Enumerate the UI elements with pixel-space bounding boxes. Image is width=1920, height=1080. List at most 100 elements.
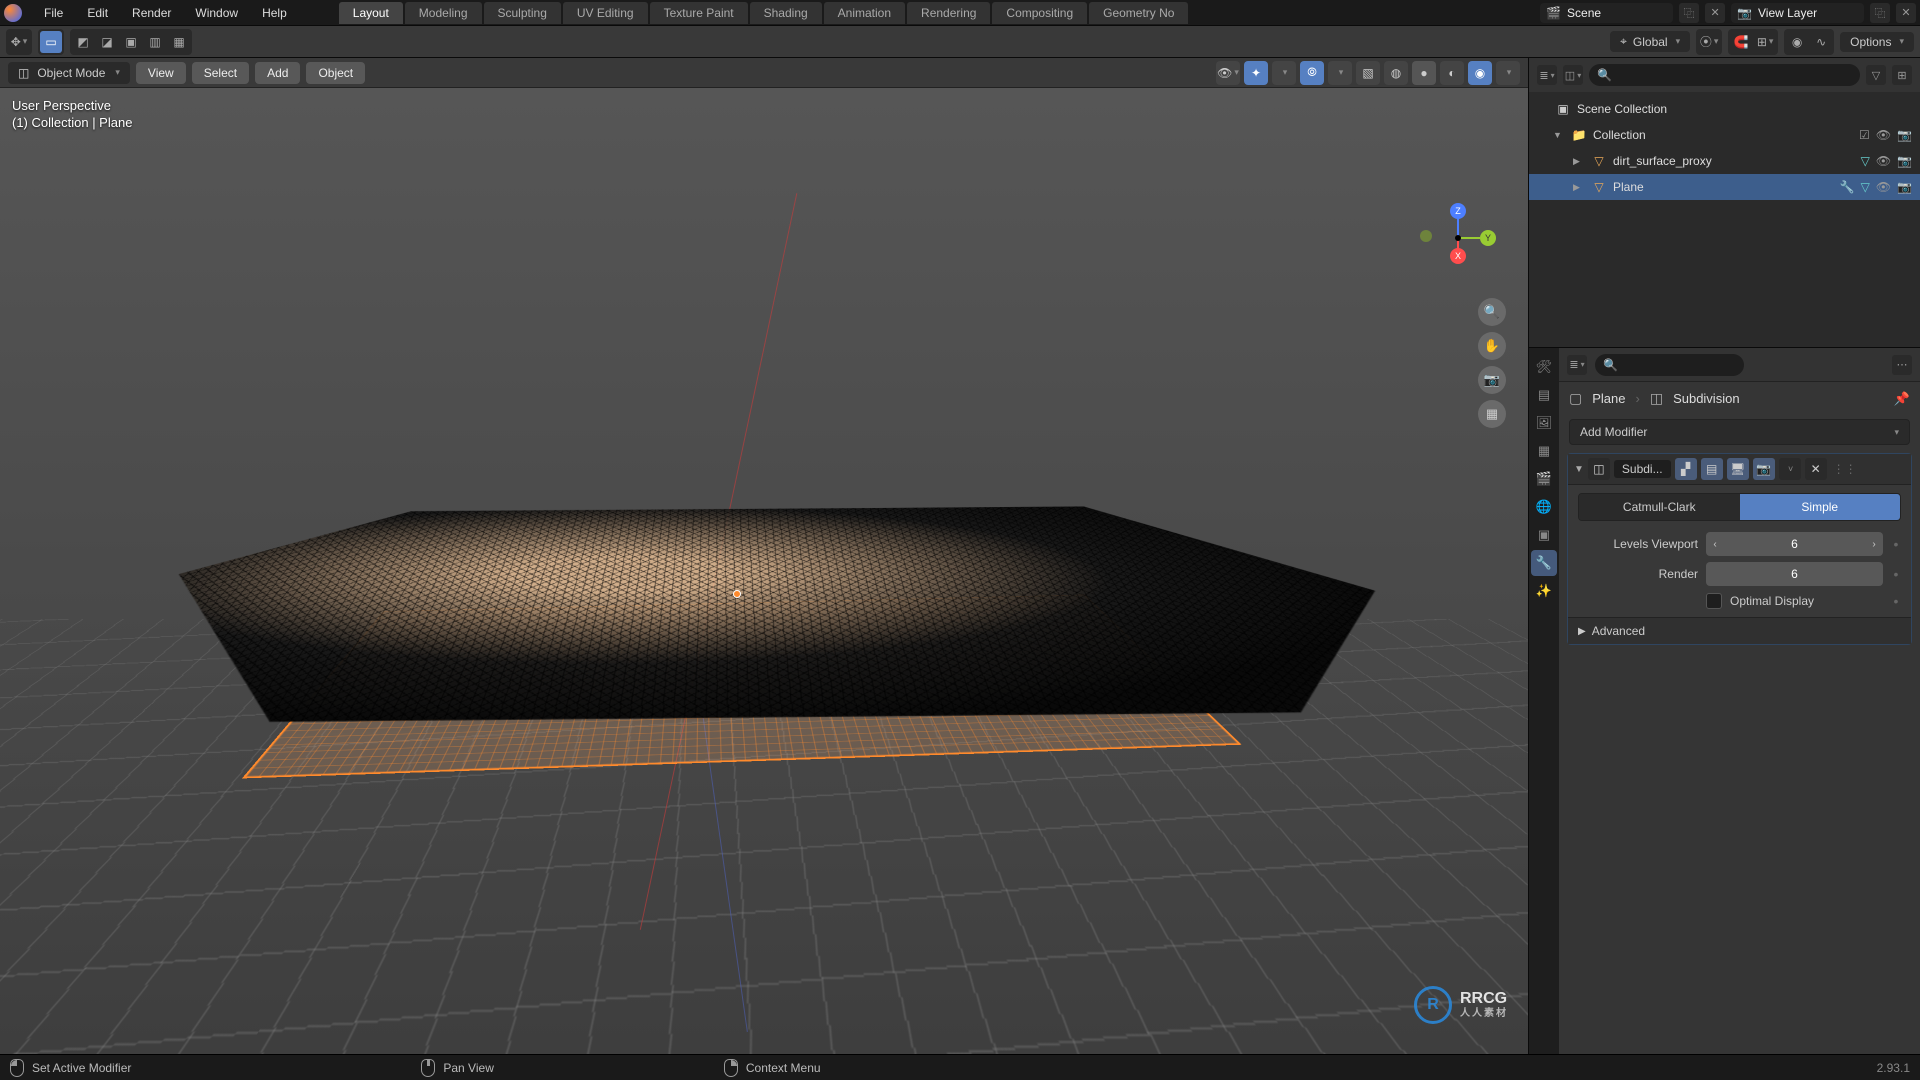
menu-help[interactable]: Help <box>250 2 299 24</box>
scene-selector[interactable]: 🎬 <box>1540 3 1673 23</box>
zoom-button[interactable]: 🔍 <box>1478 298 1506 326</box>
show-on-cage-toggle[interactable]: ▞ <box>1675 458 1697 480</box>
tab-output-icon[interactable]: 🖼 <box>1531 410 1557 436</box>
breadcrumb-object[interactable]: Plane <box>1592 391 1625 406</box>
shading-dropdown[interactable]: ▾ <box>1496 61 1520 85</box>
visibility-dropdown[interactable]: 👁▾ <box>1216 61 1240 85</box>
scene-new-button[interactable]: ⿻ <box>1679 3 1699 23</box>
perspective-toggle-button[interactable]: ▦ <box>1478 400 1506 428</box>
modifier-name-field[interactable]: Subdi... <box>1614 460 1671 478</box>
tab-texture-paint[interactable]: Texture Paint <box>650 2 748 24</box>
hide-toggle[interactable]: 👁 <box>1876 180 1891 194</box>
viewlayer-name-input[interactable] <box>1758 6 1858 20</box>
modifier-delete-button[interactable]: ✕ <box>1805 458 1827 480</box>
outliner-display-mode[interactable]: ≣▾ <box>1537 65 1557 85</box>
transform-orientation-dropdown[interactable]: ⌖ Global ▾ <box>1610 31 1690 52</box>
pin-icon[interactable]: 📌 <box>1894 391 1910 407</box>
animate-property-icon[interactable]: • <box>1891 536 1901 552</box>
breadcrumb-modifier[interactable]: Subdivision <box>1673 391 1740 406</box>
shading-wireframe[interactable]: ◍ <box>1384 61 1408 85</box>
tab-shading[interactable]: Shading <box>750 2 822 24</box>
render-toggle[interactable]: 📷 <box>1897 154 1912 168</box>
tab-animation[interactable]: Animation <box>824 2 905 24</box>
select-mode-5[interactable]: ▦ <box>168 31 190 53</box>
axis-z-handle[interactable]: Z <box>1450 203 1466 219</box>
show-in-editmode-toggle[interactable]: ▤ <box>1701 458 1723 480</box>
collection-hide-toggle[interactable]: 👁 <box>1876 128 1891 142</box>
navigation-gizmo[interactable]: Z X Y <box>1418 198 1498 278</box>
show-render-toggle[interactable]: 📷 <box>1753 458 1775 480</box>
tab-layout[interactable]: Layout <box>339 2 403 24</box>
props-editor-type[interactable]: ≣▾ <box>1567 355 1587 375</box>
proportional-edit-toggle[interactable]: ◉ <box>1786 31 1808 53</box>
add-modifier-dropdown[interactable]: Add Modifier ▾ <box>1569 419 1910 445</box>
tab-object-icon[interactable]: ▣ <box>1531 522 1557 548</box>
cursor-tool-icon[interactable]: ✥▾ <box>8 31 30 53</box>
axis-x-handle[interactable]: X <box>1450 248 1466 264</box>
animate-property-icon[interactable]: • <box>1891 566 1901 582</box>
axis-y-handle[interactable]: Y <box>1480 230 1496 246</box>
xray-toggle[interactable]: ▧ <box>1356 61 1380 85</box>
tab-geometry-nodes[interactable]: Geometry No <box>1089 2 1188 24</box>
gizmo-toggle[interactable]: ✦ <box>1244 61 1268 85</box>
viewlayer-selector[interactable]: 📷 <box>1731 3 1864 23</box>
object-menu[interactable]: Object <box>306 62 365 84</box>
tab-scene-icon[interactable]: 🎬 <box>1531 466 1557 492</box>
menu-window[interactable]: Window <box>183 2 250 24</box>
tree-collection[interactable]: ▼ 📁 Collection ☑ 👁 📷 <box>1529 122 1920 148</box>
shading-rendered[interactable]: ◉ <box>1468 61 1492 85</box>
outliner-filter-button[interactable]: ▽ <box>1866 65 1886 85</box>
tab-particles-icon[interactable]: ✨ <box>1531 578 1557 604</box>
select-mode-2[interactable]: ◪ <box>96 31 118 53</box>
tree-item-plane[interactable]: ▶ ▽ Plane 🔧 ▽ 👁 📷 <box>1529 174 1920 200</box>
collection-render-toggle[interactable]: 📷 <box>1897 128 1912 142</box>
chevron-right-icon[interactable]: ▶ <box>1573 182 1585 193</box>
select-mode-1[interactable]: ◩ <box>72 31 94 53</box>
chevron-down-icon[interactable]: ▼ <box>1553 130 1565 140</box>
collection-exclude-toggle[interactable]: ☑ <box>1859 128 1870 142</box>
scene-delete-button[interactable]: ✕ <box>1705 3 1725 23</box>
tab-tool-icon[interactable]: 🛠 <box>1531 354 1557 380</box>
tab-modifiers-icon[interactable]: 🔧 <box>1531 550 1557 576</box>
tab-compositing[interactable]: Compositing <box>992 2 1087 24</box>
tab-sculpting[interactable]: Sculpting <box>484 2 561 24</box>
decrement-button[interactable]: ‹ <box>1706 539 1724 550</box>
tab-viewlayer-icon[interactable]: ▦ <box>1531 438 1557 464</box>
tree-scene-collection[interactable]: ▣ Scene Collection <box>1529 96 1920 122</box>
select-box-tool[interactable]: ▭ <box>40 31 62 53</box>
drag-handle-icon[interactable]: ⋮⋮ <box>1831 462 1859 476</box>
render-levels-field[interactable]: 6 <box>1706 562 1883 586</box>
menu-file[interactable]: File <box>32 2 75 24</box>
tab-rendering[interactable]: Rendering <box>907 2 990 24</box>
outliner-new-collection[interactable]: ⊞ <box>1892 65 1912 85</box>
viewlayer-new-button[interactable]: ⿻ <box>1870 3 1890 23</box>
gizmo-dropdown[interactable]: ▾ <box>1272 61 1296 85</box>
shading-solid[interactable]: ● <box>1412 61 1436 85</box>
3d-viewport[interactable]: User Perspective (1) Collection | Plane … <box>0 88 1528 1054</box>
options-dropdown[interactable]: Options▾ <box>1840 32 1914 52</box>
menu-render[interactable]: Render <box>120 2 183 24</box>
view-menu[interactable]: View <box>136 62 186 84</box>
show-viewport-toggle[interactable]: 🖥 <box>1727 458 1749 480</box>
proportional-falloff[interactable]: ∿ <box>1810 31 1832 53</box>
mode-dropdown[interactable]: ◫ Object Mode ▾ <box>8 62 130 84</box>
pan-button[interactable]: ✋ <box>1478 332 1506 360</box>
scene-name-input[interactable] <box>1567 6 1667 20</box>
tab-world-icon[interactable]: 🌐 <box>1531 494 1557 520</box>
tab-modeling[interactable]: Modeling <box>405 2 482 24</box>
animate-property-icon[interactable]: • <box>1891 593 1901 609</box>
select-mode-3[interactable]: ▣ <box>120 31 142 53</box>
props-options[interactable]: ⋯ <box>1892 355 1912 375</box>
levels-viewport-field[interactable]: ‹ 6 › <box>1706 532 1883 556</box>
simple-button[interactable]: Simple <box>1740 494 1901 520</box>
outliner-view-dropdown[interactable]: ◫▾ <box>1563 65 1583 85</box>
add-menu[interactable]: Add <box>255 62 300 84</box>
tab-render-icon[interactable]: ▤ <box>1531 382 1557 408</box>
advanced-section-toggle[interactable]: ▶ Advanced <box>1568 617 1911 644</box>
props-search[interactable]: 🔍 <box>1595 354 1744 376</box>
increment-button[interactable]: › <box>1865 539 1883 550</box>
overlay-toggle[interactable]: ⦾ <box>1300 61 1324 85</box>
modifier-extras-dropdown[interactable]: ˅ <box>1779 458 1801 480</box>
menu-edit[interactable]: Edit <box>75 2 120 24</box>
select-mode-4[interactable]: ▥ <box>144 31 166 53</box>
